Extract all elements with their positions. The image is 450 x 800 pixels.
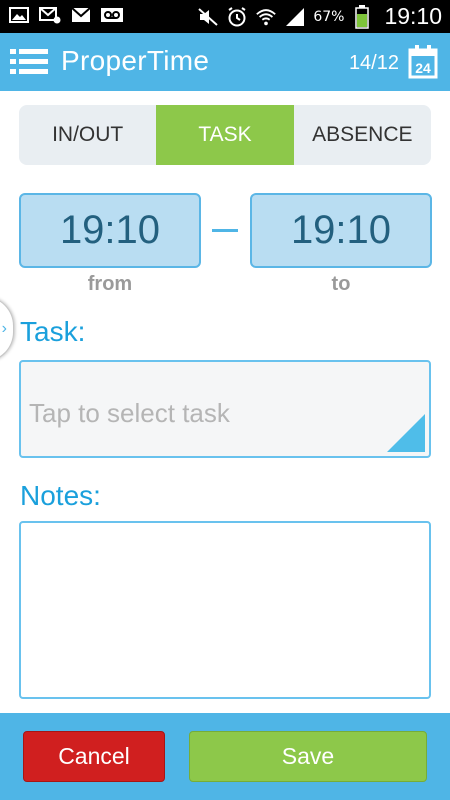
notes-label: Notes: (20, 480, 101, 511)
segment-task[interactable]: TASK (156, 105, 294, 165)
menu-list-icon[interactable] (10, 46, 50, 78)
calendar-day: 24 (415, 60, 431, 76)
signal-icon (284, 7, 306, 27)
app-title: ProperTime (61, 45, 210, 76)
alarm-icon (226, 6, 248, 27)
chevron-right-icon: › (1, 320, 7, 337)
segment-in-out[interactable]: IN/OUT (19, 105, 156, 165)
battery-icon (351, 4, 373, 29)
calendar-icon[interactable]: 24 (408, 45, 438, 79)
voicemail-icon (101, 5, 123, 25)
time-range-dash (212, 229, 238, 232)
gmail-icon (70, 5, 92, 25)
image-icon (8, 5, 30, 25)
task-placeholder: Tap to select task (29, 398, 230, 428)
wifi-icon (255, 7, 277, 27)
status-bar: 67% 19:10 (0, 0, 450, 33)
to-caption: to (331, 273, 351, 295)
mail-badge-icon (39, 5, 61, 25)
mute-icon (197, 7, 219, 27)
cancel-button[interactable]: Cancel (23, 731, 165, 782)
time-from-button[interactable]: 19:10 (19, 193, 201, 268)
action-bar: ProperTime 14/12 24 (0, 33, 450, 91)
from-caption: from (87, 273, 133, 295)
task-label: Task: (20, 316, 86, 347)
status-time: 19:10 (384, 3, 442, 29)
dropdown-corner-icon (387, 414, 425, 452)
task-selector[interactable]: Tap to select task (19, 360, 431, 458)
side-drawer-handle[interactable]: › (0, 296, 14, 362)
current-date[interactable]: 14/12 (349, 52, 399, 75)
notification-icons (8, 5, 123, 25)
bottom-action-bar: Cancel Save (0, 713, 450, 800)
mode-segmented-control: IN/OUT TASK ABSENCE (19, 105, 431, 165)
battery-percent: 67% (313, 8, 345, 25)
save-button[interactable]: Save (189, 731, 427, 782)
time-to-button[interactable]: 19:10 (250, 193, 432, 268)
notes-textarea[interactable] (19, 521, 431, 699)
system-icons: 67% 19:10 (197, 3, 442, 30)
segment-absence[interactable]: ABSENCE (294, 105, 431, 165)
